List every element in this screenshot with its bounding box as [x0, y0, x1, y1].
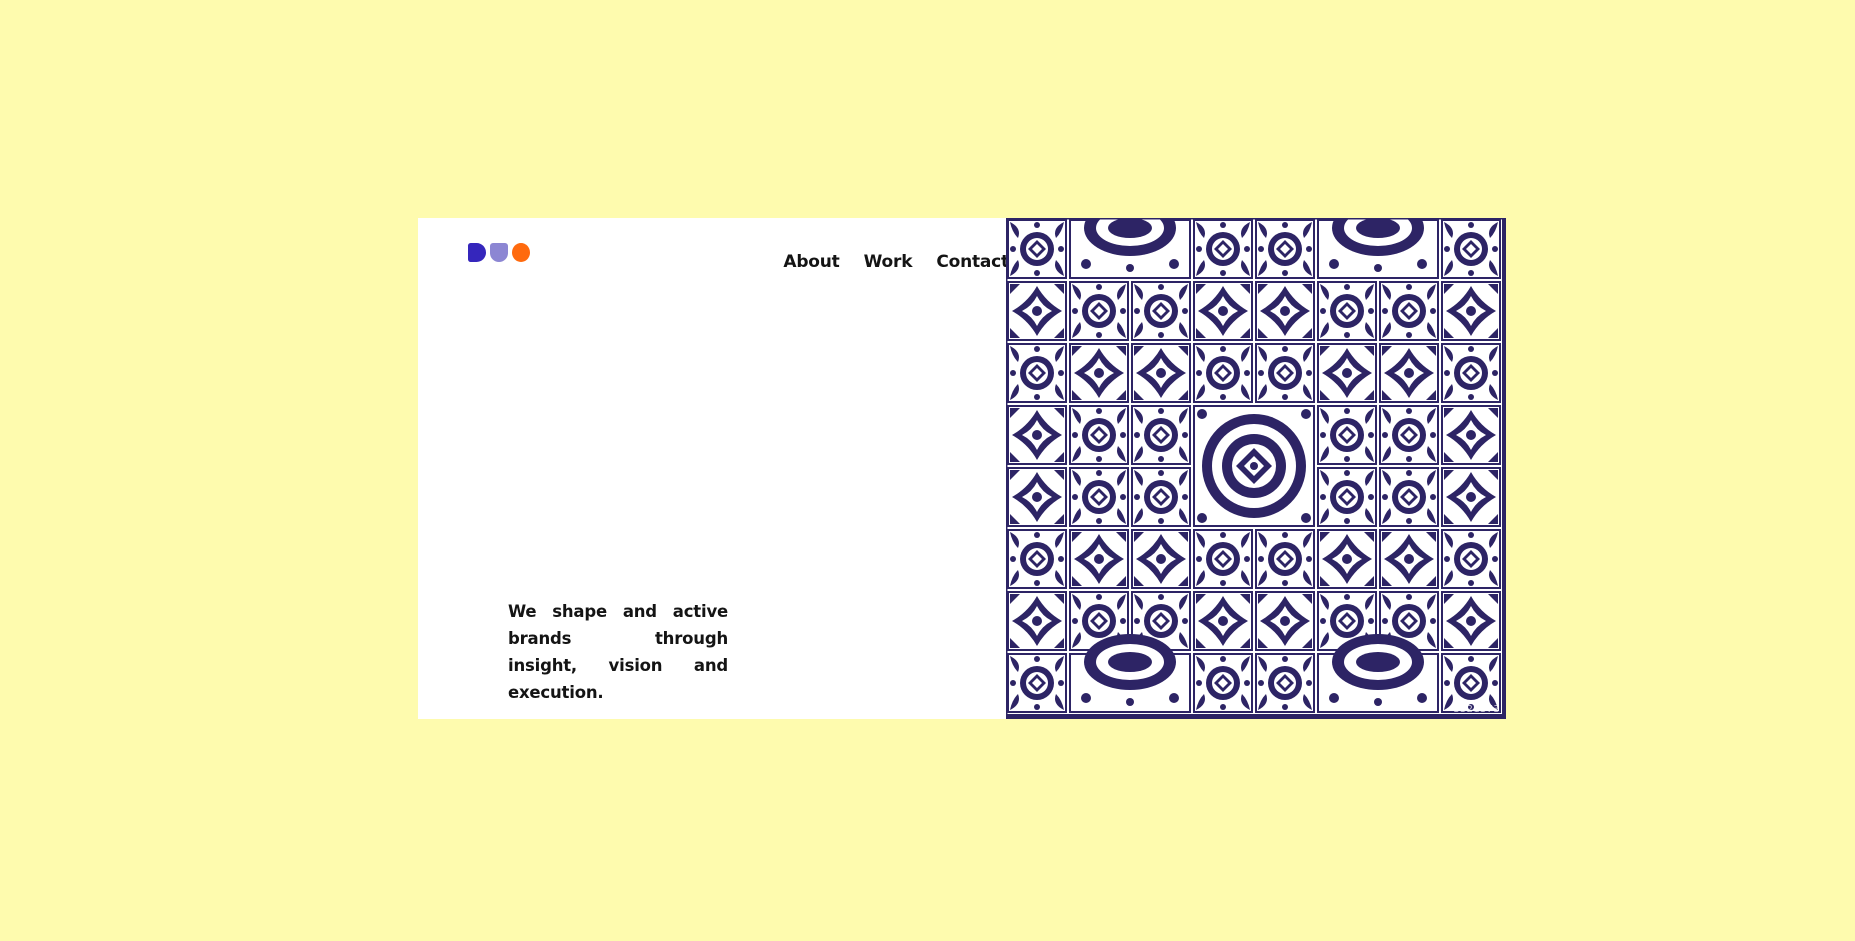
- tile-pattern-image: 3521373: [1006, 218, 1506, 719]
- main-nav: About Work Contact: [783, 252, 1009, 272]
- hero-card: About Work Contact We shape and active b…: [418, 218, 1506, 719]
- logo-d-shape: [468, 243, 486, 262]
- hero-tagline: We shape and active brands through insig…: [508, 602, 728, 702]
- image-watermark: 3521373: [1453, 704, 1500, 715]
- duo-logo[interactable]: [468, 243, 530, 262]
- nav-link-about[interactable]: About: [783, 252, 839, 272]
- logo-o-shape: [512, 243, 530, 262]
- logo-u-shape: [490, 243, 508, 262]
- nav-link-work[interactable]: Work: [864, 252, 913, 272]
- nav-link-contact[interactable]: Contact: [936, 252, 1009, 272]
